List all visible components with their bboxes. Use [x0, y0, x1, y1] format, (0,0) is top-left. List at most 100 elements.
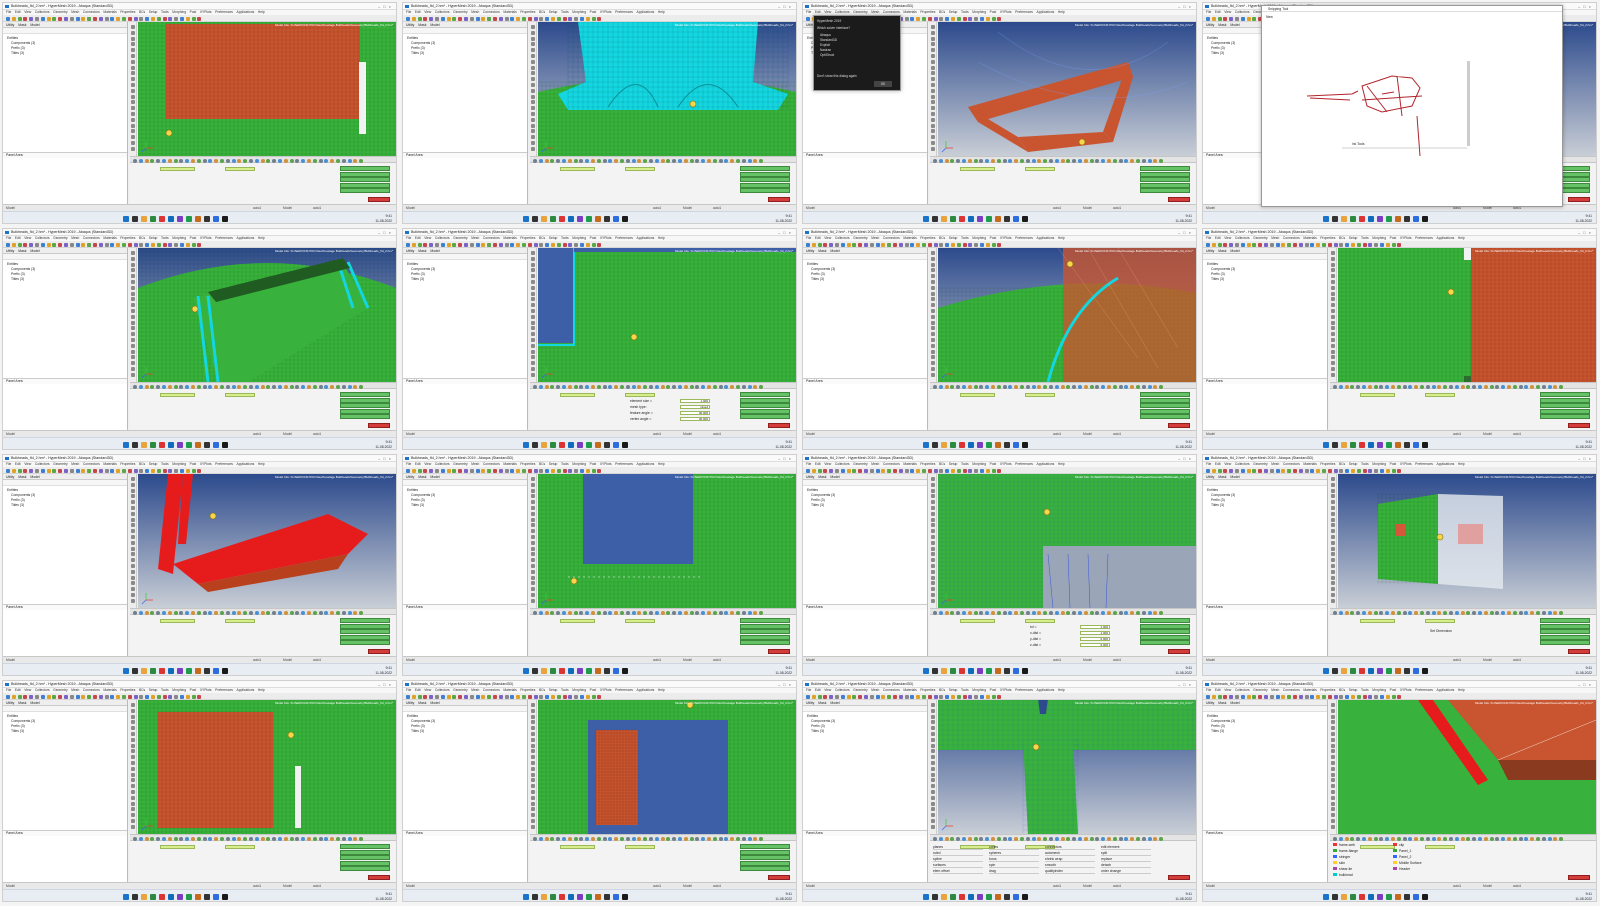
toolbar-tool-icon[interactable] [922, 694, 926, 699]
side-tool-icon[interactable] [131, 48, 135, 53]
side-tool-icon[interactable] [931, 564, 935, 568]
side-tool-icon[interactable] [531, 42, 535, 47]
taskbar-clock[interactable]: 9:41 11-08-2022 [1575, 214, 1592, 223]
toolbar-tool-icon[interactable] [1350, 836, 1355, 841]
taskbar-app-icon[interactable] [541, 442, 547, 448]
taskbar-app-icon[interactable] [1004, 216, 1010, 222]
toolbar-tool-icon[interactable] [649, 158, 653, 163]
toolbar-tool-icon[interactable] [974, 242, 979, 247]
panel-action-button[interactable] [740, 397, 790, 403]
toolbar-tool-icon[interactable] [464, 694, 468, 699]
toolbar-tool-icon[interactable] [260, 610, 265, 615]
toolbar-tool-icon[interactable] [591, 384, 595, 389]
toolbar-tool-icon[interactable] [35, 16, 39, 21]
side-tool-icon[interactable] [131, 42, 135, 47]
side-tool-icon[interactable] [931, 349, 935, 354]
side-tool-icon[interactable] [931, 778, 935, 783]
side-tool-icon[interactable] [931, 338, 935, 342]
taskbar-app-icon[interactable] [541, 668, 547, 674]
toolbar-tool-icon[interactable] [1217, 16, 1222, 21]
toolbar-tool-icon[interactable] [585, 836, 590, 841]
toolbar-tool-icon[interactable] [6, 16, 10, 21]
toolbar-tool-icon[interactable] [550, 158, 555, 163]
menu-item-materials[interactable]: Materials [103, 236, 116, 240]
toolbar-tool-icon[interactable] [150, 158, 155, 163]
side-tool-icon[interactable] [931, 720, 935, 725]
side-tool-icon[interactable] [531, 714, 535, 719]
side-tool-icon[interactable] [531, 564, 535, 568]
toolbar-tool-icon[interactable] [1118, 610, 1123, 615]
toolbar-tool-icon[interactable] [997, 468, 1002, 473]
tree-item[interactable]: Titles (3) [7, 277, 127, 282]
toolbar-tool-icon[interactable] [283, 836, 288, 841]
side-tool-icon[interactable] [1331, 598, 1335, 603]
toolbar-tool-icon[interactable] [1559, 610, 1564, 615]
taskbar-app-icon[interactable] [132, 442, 138, 448]
side-tool-icon[interactable] [1331, 737, 1335, 742]
toolbar-tool-icon[interactable] [336, 384, 340, 389]
side-tool-icon[interactable] [1331, 766, 1335, 771]
side-tool-icon[interactable] [131, 332, 135, 337]
menu-item-preferences[interactable]: Preferences [1015, 10, 1033, 14]
toolbar-tool-icon[interactable] [435, 242, 439, 247]
toolbar-tool-icon[interactable] [341, 158, 346, 163]
tab-model[interactable]: Model [430, 475, 439, 479]
menu-item-bcs[interactable]: BCs [139, 688, 145, 692]
side-tool-icon[interactable] [931, 824, 935, 829]
toolbar-tool-icon[interactable] [991, 468, 996, 473]
tab-utility[interactable]: Utility [1206, 701, 1214, 705]
side-tool-icon[interactable] [531, 59, 535, 64]
toolbar-tool-icon[interactable] [695, 836, 700, 841]
toolbar-tool-icon[interactable] [1512, 836, 1517, 841]
toolbar-tool-icon[interactable] [1037, 158, 1042, 163]
toolbar-tool-icon[interactable] [307, 384, 311, 389]
taskbar-app-icon[interactable] [622, 668, 628, 674]
toolbar-tool-icon[interactable] [1206, 242, 1210, 247]
toolbar-tool-icon[interactable] [579, 836, 584, 841]
toolbar-tool-icon[interactable] [324, 384, 329, 389]
toolbar-tool-icon[interactable] [133, 16, 138, 21]
toolbar-tool-icon[interactable] [683, 836, 688, 841]
side-tool-icon[interactable] [931, 755, 935, 760]
graphics-viewport[interactable]: Model Info: D:/AERO/CRJ700 Files/Fuselag… [1338, 474, 1596, 608]
toolbar-tool-icon[interactable] [347, 158, 352, 163]
toolbar-tool-icon[interactable] [1344, 384, 1349, 389]
toolbar-tool-icon[interactable] [1391, 836, 1395, 841]
toolbar-tool-icon[interactable] [1466, 610, 1471, 615]
toolbar-tool-icon[interactable] [423, 242, 428, 247]
side-tool-icon[interactable] [931, 546, 935, 551]
side-tool-icon[interactable] [531, 262, 535, 267]
toolbar-tool-icon[interactable] [318, 836, 323, 841]
side-tool-icon[interactable] [131, 129, 135, 134]
toolbar-tool-icon[interactable] [840, 694, 845, 699]
toolbar-tool-icon[interactable] [602, 610, 607, 615]
toolbar-tool-icon[interactable] [712, 836, 717, 841]
menu-item-help[interactable]: Help [658, 688, 665, 692]
side-tool-icon[interactable] [1331, 529, 1335, 534]
toolbar-tool-icon[interactable] [701, 158, 706, 163]
menu-item-file[interactable]: File [1206, 688, 1211, 692]
side-tool-icon[interactable] [131, 708, 135, 713]
menu-item-materials[interactable]: Materials [1303, 462, 1316, 466]
toolbar-tool-icon[interactable] [406, 242, 410, 247]
toolbar-tool-icon[interactable] [35, 468, 39, 473]
menu-item-applications[interactable]: Applications [637, 462, 655, 466]
toolbar-tool-icon[interactable] [1483, 384, 1488, 389]
menu-item-mesh[interactable]: Mesh [871, 688, 879, 692]
toolbar-tool-icon[interactable] [151, 468, 155, 473]
side-tool-icon[interactable] [531, 361, 535, 366]
field-input[interactable]: mixed [680, 405, 710, 409]
toolbar-tool-icon[interactable] [967, 384, 972, 389]
entity-selector[interactable] [160, 167, 195, 171]
side-tool-icon[interactable] [131, 784, 135, 789]
side-tool-icon[interactable] [131, 106, 135, 111]
toolbar-tool-icon[interactable] [1437, 610, 1442, 615]
toolbar-tool-icon[interactable] [551, 16, 555, 21]
toolbar-tool-icon[interactable] [23, 694, 28, 699]
menu-item-file[interactable]: File [6, 236, 11, 240]
toolbar-tool-icon[interactable] [411, 468, 416, 473]
toolbar-tool-icon[interactable] [1060, 158, 1065, 163]
panel-menu-item[interactable]: drag [989, 869, 1039, 874]
side-tool-icon[interactable] [131, 338, 135, 342]
toolbar-tool-icon[interactable] [980, 468, 984, 473]
